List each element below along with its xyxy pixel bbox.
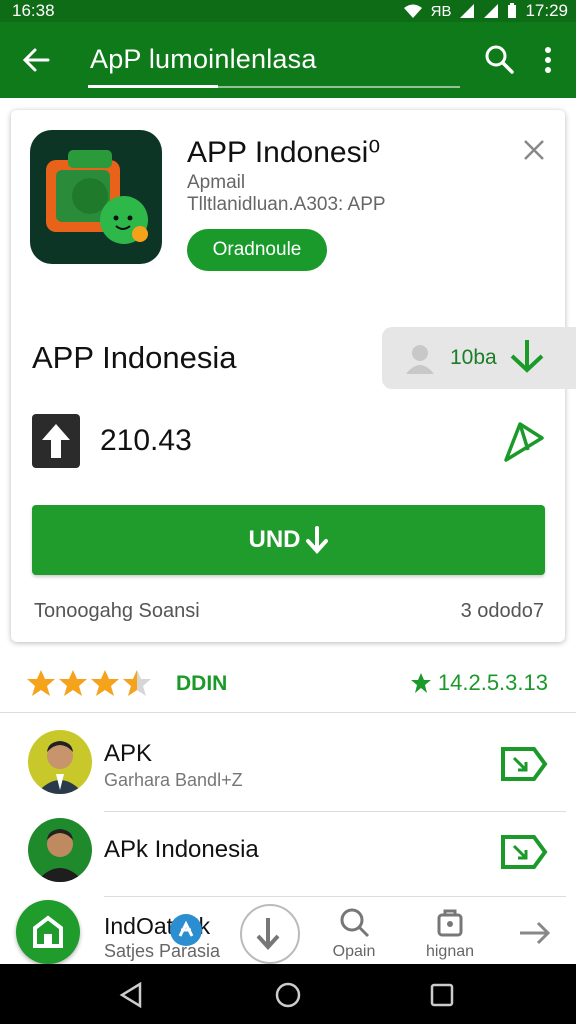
status-icons: ЯВ 17:29 [403,1,568,21]
divider [0,712,576,713]
tab-search[interactable]: Opain [330,906,378,961]
app-bar-title[interactable]: ApP lumoinlenlasa [90,44,317,75]
close-icon[interactable] [522,138,546,162]
download-check-icon [510,340,544,373]
status-time-right: 17:29 [525,1,568,20]
star-green-icon [410,673,431,693]
home-circle-icon[interactable] [275,982,301,1008]
tab-bag[interactable]: hignan [422,906,478,961]
star-icon [91,670,119,696]
open-button[interactable]: Oradnoule [187,229,327,271]
tab-search-label: Opain [332,943,376,960]
list-item-title: APk Indonesia [104,836,259,863]
person-photo-icon [36,829,84,882]
signal-icon-2 [484,4,499,18]
status-bar: 16:38 ЯВ 17:29 [0,0,576,22]
close-badge[interactable] [170,914,202,946]
battery-icon [508,3,517,18]
install-button[interactable]: UND [32,505,545,575]
open-tag-icon[interactable] [500,746,548,782]
list-item[interactable]: APK Garhara Bandl+Z [0,722,576,812]
detail-heading: APP Indonesia [32,340,237,375]
rating-label: DDIN [176,672,228,695]
app-logo-icon [46,150,148,244]
list-item-subtitle: Satjes Parasia [104,941,221,961]
close-icon [178,920,194,937]
footer-right-text: 3 ododo7 [460,600,544,622]
version-value: 210.43 [100,424,192,457]
arrow-left-icon[interactable] [22,46,50,74]
wifi-icon [403,4,422,18]
install-button-label: UND [248,526,301,553]
avatar [28,730,92,794]
home-icon [33,915,63,948]
system-nav-bar [0,964,576,1024]
star-icon [27,670,55,696]
person-icon [406,345,434,374]
app-card-subtitle: Tlltlanidluan.A303: APP [187,194,386,215]
signal-icon [460,4,475,18]
search-icon [340,908,370,938]
app-card-developer: Apmail [187,172,246,193]
recents-square-icon[interactable] [430,983,454,1007]
list-item-subtitle: Garhara Bandl+Z [104,770,243,790]
tab-download[interactable] [240,904,300,964]
upload-badge [32,414,80,468]
rating-score: 14.2.5.3.13 [410,670,548,696]
download-icon [256,918,280,950]
list-item-title: APK [104,740,153,767]
star-half-icon [123,670,151,696]
home-fab[interactable] [16,900,80,964]
arrow-right-icon[interactable] [518,918,552,948]
list-item[interactable]: APk Indonesia [0,812,576,896]
app-icon [30,130,162,264]
arrow-up-icon [42,424,70,458]
search-icon[interactable] [484,44,514,74]
search-underline-active [88,85,218,88]
more-vert-icon[interactable] [541,46,555,74]
size-label: 10ba [450,346,497,369]
avatar [28,818,92,882]
status-time-left: 16:38 [12,1,55,20]
open-tag-icon[interactable] [500,834,548,870]
app-bar: ApP lumoinlenlasa [0,22,576,98]
tab-bag-label: hignan [425,943,475,960]
star-rating [26,668,156,698]
share-icon[interactable] [502,420,546,464]
footer-left-text: Tonoogahg Soansi [34,600,200,622]
star-icon [59,670,87,696]
download-arrow-icon [305,526,328,554]
network-label: ЯВ [430,2,452,20]
rating-score-value: 14.2.5.3.13 [437,670,548,695]
back-triangle-icon[interactable] [118,982,144,1008]
bag-icon [437,909,463,937]
person-photo-icon [36,741,84,794]
app-card-name: APP Indonesi⁰ [187,136,381,169]
